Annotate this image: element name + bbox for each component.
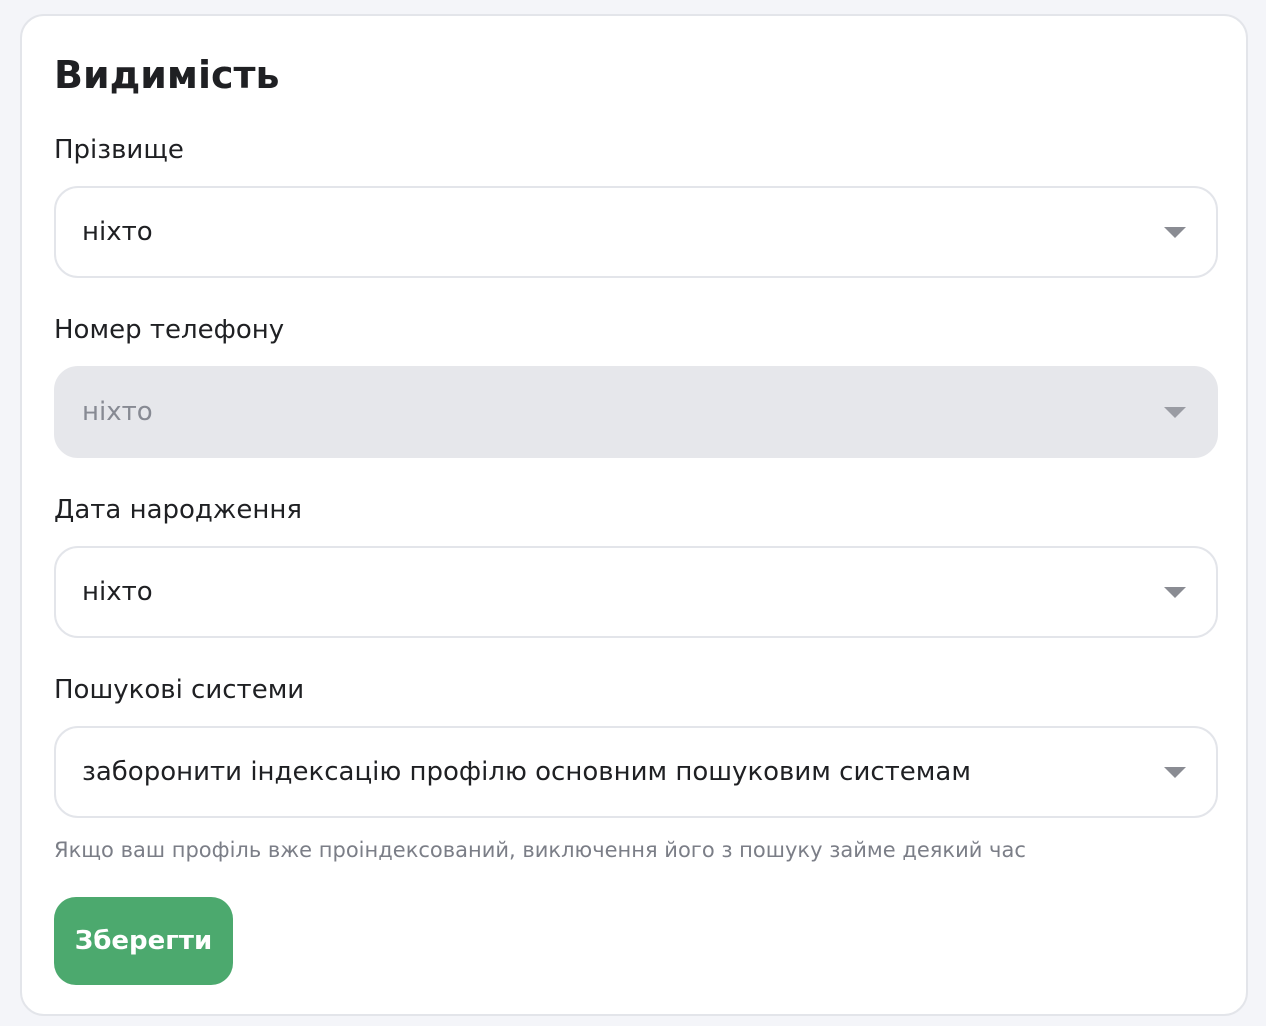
select-value: ніхто: [82, 577, 153, 607]
phone-visibility-select: ніхто: [54, 366, 1218, 458]
select-value: ніхто: [82, 397, 153, 427]
chevron-down-icon: [1164, 226, 1186, 238]
chevron-down-icon: [1164, 586, 1186, 598]
chevron-down-icon: [1164, 406, 1186, 418]
search-engines-select[interactable]: заборонити індексацію профілю основним п…: [54, 726, 1218, 818]
select-value: ніхто: [82, 217, 153, 247]
surname-visibility-select[interactable]: ніхто: [54, 186, 1218, 278]
field-label-search-engines: Пошукові системи: [54, 675, 305, 705]
birthdate-visibility-select[interactable]: ніхто: [54, 546, 1218, 638]
save-button[interactable]: Зберегти: [54, 897, 233, 985]
field-label-phone: Номер телефону: [54, 315, 285, 345]
chevron-down-icon: [1164, 766, 1186, 778]
field-label-birthdate: Дата народження: [54, 495, 302, 525]
select-value: заборонити індексацію профілю основним п…: [82, 757, 971, 787]
visibility-card: Видимість Прізвище ніхто Номер телефону …: [20, 14, 1248, 1016]
search-indexing-hint: Якщо ваш профіль вже проіндексований, ви…: [54, 838, 1026, 862]
field-label-surname: Прізвище: [54, 135, 184, 165]
card-title: Видимість: [54, 53, 280, 97]
